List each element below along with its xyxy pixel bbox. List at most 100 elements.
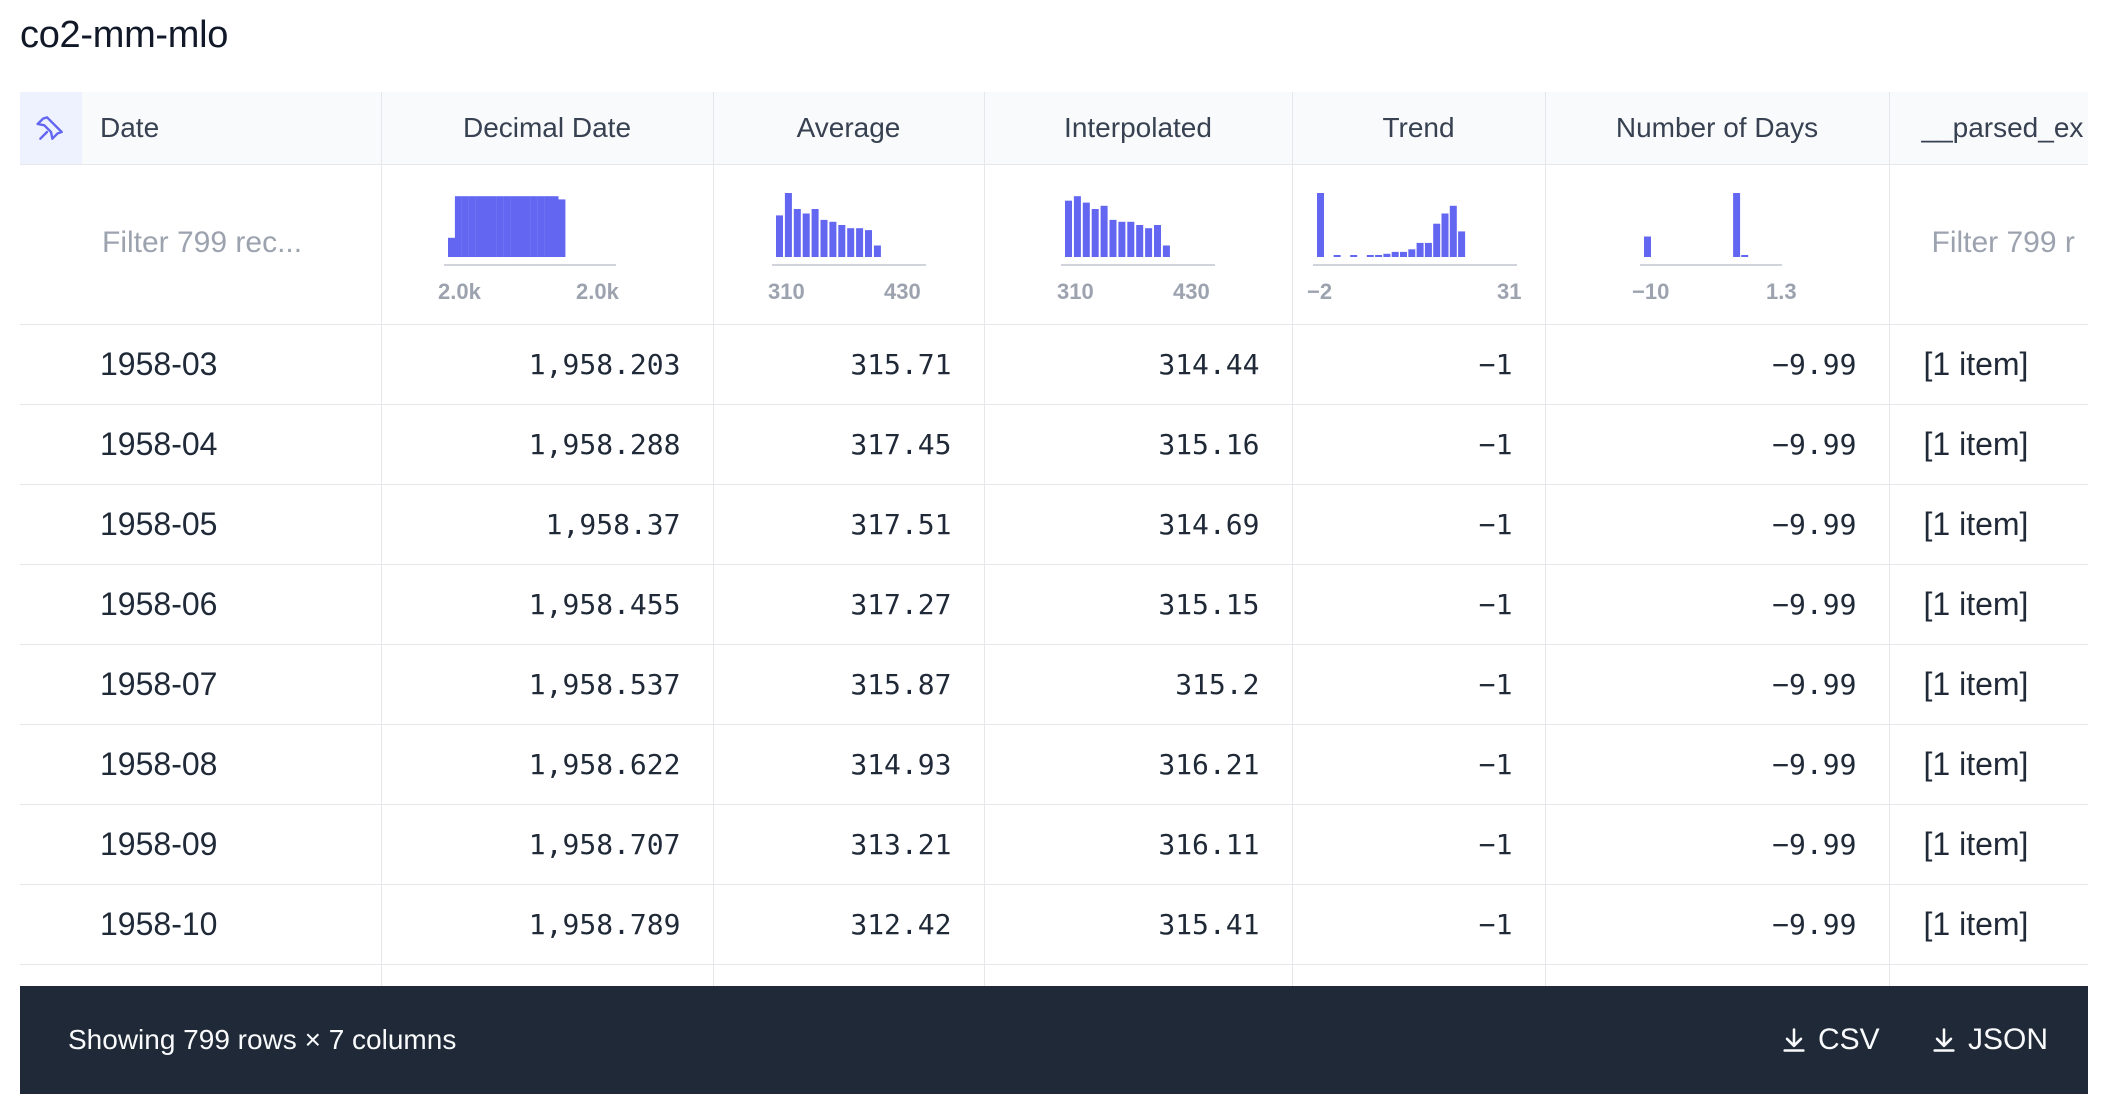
table-row[interactable]: 1958-06 1,958.455 317.27 315.15 −1 −9.99 [1 it…: [20, 564, 2088, 645]
histogram-bar[interactable]: [1109, 219, 1116, 257]
table-row[interactable]: 1958-04 1,958.288 317.45 315.16 −1 −9.99 [1 it…: [20, 404, 2088, 485]
cell-decimal-date: 1,958.707: [381, 804, 714, 885]
histogram-bar[interactable]: [1416, 242, 1424, 257]
download-icon: [1783, 1028, 1805, 1052]
histogram-bar[interactable]: [523, 196, 531, 257]
histogram-bar[interactable]: [557, 199, 565, 257]
table-row[interactable]: 1958-09 1,958.707 313.21 316.11 −1 −9.99 [1 it…: [20, 804, 2088, 885]
column-header-average[interactable]: Average: [713, 92, 985, 165]
histogram-bar[interactable]: [1064, 200, 1072, 257]
histogram-bar[interactable]: [846, 228, 854, 257]
column-header-number-of-days[interactable]: Number of Days: [1545, 92, 1890, 165]
histogram-interpolated[interactable]: 310 430: [985, 165, 1293, 325]
table-row[interactable]: 1958-10 1,958.789 312.42 315.41 −1 −9.99 [1 it…: [20, 884, 2088, 965]
cell-average: 317.45: [713, 404, 985, 485]
table-row[interactable]: 1958-03 1,958.203 315.71 314.44 −1 −9.99 [1 it…: [20, 324, 2088, 405]
histogram-bar[interactable]: [1100, 205, 1108, 257]
histogram-bar[interactable]: [1349, 255, 1357, 257]
histogram-bar[interactable]: [468, 196, 476, 257]
histogram-bar[interactable]: [784, 193, 792, 257]
histogram-bar[interactable]: [820, 219, 827, 257]
data-table-container[interactable]: Date Decimal Date Average Interpolated T…: [20, 92, 2088, 992]
histogram-bar[interactable]: [1135, 225, 1143, 257]
histogram-bar[interactable]: [1153, 225, 1161, 257]
histogram-bar[interactable]: [509, 196, 517, 257]
histogram-bar[interactable]: [1391, 251, 1399, 257]
histogram-bar[interactable]: [1126, 221, 1134, 257]
histogram-bar[interactable]: [1316, 193, 1324, 257]
table-row[interactable]: 1958-08 1,958.622 314.93 316.21 −1 −9.99 [1 it…: [20, 724, 2088, 805]
histogram-bar[interactable]: [530, 196, 538, 257]
cell-interpolated: 315.2: [984, 644, 1293, 725]
histogram-bar[interactable]: [1732, 193, 1740, 257]
histogram-bar[interactable]: [864, 230, 872, 257]
histogram-bar[interactable]: [544, 196, 552, 257]
histogram-bar[interactable]: [1457, 231, 1465, 257]
cell-interpolated: 316.21: [984, 724, 1293, 805]
histogram-bar[interactable]: [1073, 196, 1081, 257]
histogram-bar[interactable]: [488, 196, 496, 257]
histogram-bar[interactable]: [1082, 202, 1090, 257]
download-json-button[interactable]: JSON: [1930, 1012, 2048, 1068]
download-csv-button[interactable]: CSV: [1780, 1012, 1880, 1068]
histogram-max-label: 1.3: [1766, 279, 1797, 304]
histogram-bar[interactable]: [461, 196, 469, 257]
cell-average: 315.71: [713, 324, 985, 405]
pin-column-button[interactable]: [20, 92, 82, 164]
histogram-bar[interactable]: [855, 228, 863, 257]
histogram-bar[interactable]: [1333, 255, 1341, 257]
histogram-bar[interactable]: [1374, 255, 1382, 257]
header-row: Date Decimal Date Average Interpolated T…: [20, 92, 2088, 165]
parsed-filter-input[interactable]: [1929, 225, 2088, 261]
histogram-bar[interactable]: [1162, 245, 1170, 257]
histogram-bar[interactable]: [1117, 221, 1125, 257]
histogram-bar[interactable]: [802, 213, 810, 257]
table-row[interactable]: 1958-07 1,958.537 315.87 315.2 −1 −9.99 [1 ite…: [20, 644, 2088, 725]
date-filter-input[interactable]: [100, 225, 384, 261]
cell-interpolated: 315.15: [984, 564, 1293, 645]
cell-trend: −1: [1292, 644, 1546, 725]
histogram-bar[interactable]: [1441, 213, 1448, 257]
histogram-bar[interactable]: [793, 209, 801, 257]
histogram-min-label: 2.0k: [438, 279, 482, 304]
column-header-parsed[interactable]: __parsed_ex: [1889, 92, 2088, 165]
histogram-bar[interactable]: [1449, 205, 1457, 257]
histogram-bar[interactable]: [502, 196, 510, 257]
histogram-bar[interactable]: [1399, 251, 1407, 257]
histogram-bar[interactable]: [811, 209, 819, 257]
histogram-bar[interactable]: [837, 225, 845, 257]
table-row[interactable]: 1958-05 1,958.37 317.51 314.69 −1 −9.99 [1 ite…: [20, 484, 2088, 565]
histogram-bar[interactable]: [537, 196, 545, 257]
column-header-interpolated[interactable]: Interpolated: [984, 92, 1293, 165]
histogram-bar[interactable]: [1144, 228, 1152, 257]
column-header-trend[interactable]: Trend: [1292, 92, 1546, 165]
histogram-bar[interactable]: [873, 245, 881, 257]
histogram-bar[interactable]: [454, 196, 462, 257]
histogram-bar[interactable]: [1382, 253, 1390, 257]
histogram-decimal-date[interactable]: 2.0k 2.0k: [382, 165, 714, 325]
histogram-bar[interactable]: [1091, 209, 1099, 257]
column-header-date[interactable]: Date: [20, 92, 382, 165]
histogram-bar[interactable]: [1740, 255, 1748, 257]
histogram-bar[interactable]: [475, 196, 483, 257]
column-header-decimal-date[interactable]: Decimal Date: [381, 92, 714, 165]
parsed-filter-cell: [1889, 164, 2088, 325]
histogram-bar[interactable]: [551, 196, 558, 257]
histogram-bar[interactable]: [1407, 249, 1415, 257]
histogram-bar[interactable]: [447, 237, 455, 257]
cell-decimal-date: 1,958.203: [381, 324, 714, 405]
histogram-number-of-days[interactable]: −10 1.3: [1546, 165, 1890, 325]
histogram-bar[interactable]: [775, 215, 783, 257]
histogram-bar[interactable]: [1424, 242, 1432, 257]
histogram-bar[interactable]: [828, 221, 836, 257]
histogram-average[interactable]: 310 430: [714, 165, 985, 325]
histogram-trend[interactable]: −2 31: [1293, 165, 1546, 325]
histogram-bar[interactable]: [482, 196, 489, 257]
histogram-bar[interactable]: [516, 196, 524, 257]
histogram-bar[interactable]: [1366, 255, 1374, 257]
cell-trend: −1: [1292, 884, 1546, 965]
cell-trend: −1: [1292, 484, 1546, 565]
histogram-bar[interactable]: [1643, 236, 1651, 257]
histogram-bar[interactable]: [1432, 223, 1440, 257]
histogram-bar[interactable]: [495, 196, 503, 257]
